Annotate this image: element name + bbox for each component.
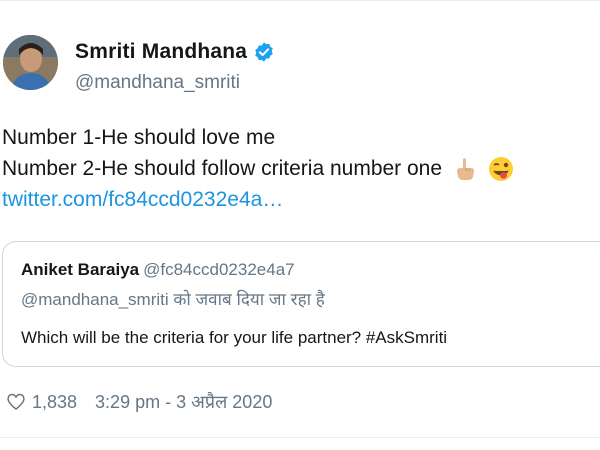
tweet-body: Number 1-He should love me Number 2-He s… xyxy=(2,122,598,215)
pointing-up-icon xyxy=(457,158,475,181)
tweet-meta: 1,838 3:29 pm - 3 अप्रैल 2020 xyxy=(6,390,272,414)
author-handle[interactable]: @mandhana_smriti xyxy=(75,72,240,94)
tweet-line-1: Number 1-He should love me xyxy=(2,126,276,149)
tweet-card: Smriti Mandhana @mandhana_smriti Number … xyxy=(0,0,600,450)
heart-icon[interactable] xyxy=(6,392,26,412)
avatar[interactable] xyxy=(3,35,58,90)
quoted-header: Aniket Baraiya @fc84ccd0232e4a7 xyxy=(21,260,295,280)
timestamp[interactable]: 3:29 pm - 3 अप्रैल 2020 xyxy=(95,390,272,414)
quoted-reply-mention[interactable]: @mandhana_smriti xyxy=(21,290,169,309)
author-name[interactable]: Smriti Mandhana xyxy=(75,40,247,64)
quoted-reply-text: को जवाब दिया जा रहा है xyxy=(168,290,325,309)
winking-tongue-face-icon xyxy=(489,157,514,182)
like-count[interactable]: 1,838 xyxy=(32,392,77,413)
verified-badge-icon xyxy=(255,42,273,62)
tweet-line-2: Number 2-He should follow criteria numbe… xyxy=(2,153,598,184)
tweet-header: Smriti Mandhana @mandhana_smriti xyxy=(0,30,600,100)
divider xyxy=(0,0,600,1)
divider xyxy=(0,437,600,438)
tweet-line-2-text: Number 2-He should follow criteria numbe… xyxy=(2,157,443,180)
tweet-link[interactable]: twitter.com/fc84ccd0232e4a… xyxy=(2,184,598,215)
quoted-tweet[interactable]: Aniket Baraiya @fc84ccd0232e4a7 @mandhana… xyxy=(2,241,600,367)
quoted-text: Which will be the criteria for your life… xyxy=(21,328,448,347)
quoted-author-handle[interactable]: @fc84ccd0232e4a7 xyxy=(143,260,294,279)
quoted-author-name[interactable]: Aniket Baraiya xyxy=(21,260,139,279)
quoted-reply-context: @mandhana_smriti को जवाब दिया जा रहा है xyxy=(21,287,325,310)
avatar-image xyxy=(3,35,58,90)
